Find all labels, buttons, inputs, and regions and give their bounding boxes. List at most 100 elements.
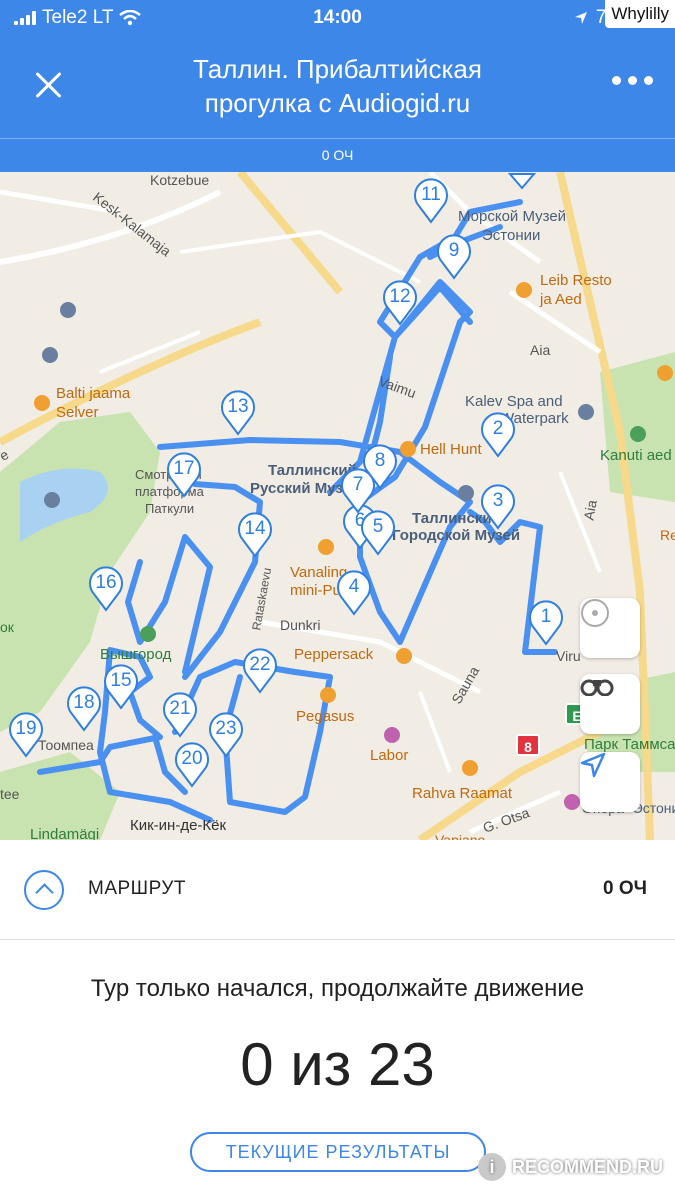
map-label-museum-1: Морской Музей [458, 208, 567, 225]
route-stop-17-number: 17 [173, 458, 195, 479]
route-stop-15[interactable]: 15 [103, 664, 139, 710]
restaurant-icon [657, 365, 673, 381]
user-watermark: Whylilly [605, 0, 675, 28]
route-stop-4-number: 4 [348, 576, 360, 597]
header-score: 0 ОЧ [0, 138, 675, 172]
route-score: 0 ОЧ [603, 878, 647, 899]
tour-title-line2: прогулка с Audiogid.ru [204, 88, 471, 118]
route-stop-14[interactable]: 14 [237, 512, 273, 558]
map-label-lindamagi: Lindamägi [30, 826, 100, 840]
park-icon [630, 426, 646, 442]
progress-counter: 0 из 23 [240, 1031, 435, 1098]
map-label-tee: tee [0, 786, 20, 802]
route-stop-18[interactable]: 18 [66, 686, 102, 732]
route-stop-13[interactable]: 13 [220, 390, 256, 436]
route-stop-1[interactable]: 1 [528, 600, 564, 646]
map-label-pegasus: Pegasus [296, 708, 355, 725]
route-stop-5[interactable]: 5 [360, 510, 396, 556]
map-label-balti-1: Balti jaama [56, 385, 131, 402]
more-options-button[interactable] [612, 76, 653, 85]
pub-icon [318, 539, 334, 555]
route-stop-21-number: 21 [169, 698, 191, 719]
bar-icon [400, 441, 416, 457]
map-label-re: Re [660, 527, 675, 543]
route-stop-13-number: 13 [227, 396, 249, 417]
bus-stop-badge: 8 [516, 734, 540, 756]
route-stop-5-number: 5 [372, 516, 384, 537]
map-label-balti-2: Selver [56, 404, 99, 421]
park-icon [140, 626, 156, 642]
route-stop-12[interactable]: 12 [382, 280, 418, 326]
route-stop-9-number: 9 [448, 240, 460, 261]
route-stop-8[interactable]: 8 [362, 444, 398, 490]
route-stop-23-number: 23 [215, 718, 237, 739]
binoculars-icon [580, 679, 614, 696]
route-stop-3[interactable]: 3 [480, 484, 516, 530]
map-label-kanuti: Kanuti aed [600, 447, 672, 464]
sightseeing-button[interactable] [580, 674, 640, 734]
map-label-aia1: Aia [530, 342, 551, 358]
route-stop-18-number: 18 [73, 692, 95, 713]
museum-icon [458, 485, 474, 501]
route-stop-23[interactable]: 23 [208, 712, 244, 758]
route-stop-16-number: 16 [95, 572, 117, 593]
train-icon [42, 347, 58, 363]
route-stop-2-number: 2 [492, 418, 504, 439]
train-icon [60, 302, 76, 318]
map-label-peppersack: Peppersack [294, 646, 374, 663]
route-stop-partial-marker[interactable] [506, 172, 538, 190]
location-arrow-icon [580, 752, 606, 778]
map-label-vyshgorod: Вышгород [100, 646, 172, 663]
map-label-leib-1: Leib Resto [540, 272, 612, 289]
route-stop-3-number: 3 [492, 490, 504, 511]
audio-disc-button[interactable] [580, 598, 640, 658]
map-label-leib-2: ja Aed [540, 291, 582, 308]
chevron-up-icon[interactable] [24, 870, 64, 910]
locate-me-button[interactable] [580, 752, 640, 812]
route-stop-19-number: 19 [15, 718, 37, 739]
theatre-icon [564, 794, 580, 810]
app-header: Tele2 LT 14:00 79 Whylilly Таллин. Приба… [0, 0, 675, 172]
route-stop-22[interactable]: 22 [242, 648, 278, 694]
map-label-kalev-1: Kalev Spa and [465, 393, 563, 410]
map-label-viru: Viru [556, 648, 581, 664]
restaurant-icon [396, 648, 412, 664]
route-stop-20[interactable]: 20 [174, 742, 210, 788]
route-stop-8-number: 8 [374, 450, 386, 471]
route-stop-12-number: 12 [389, 286, 411, 307]
route-stop-16[interactable]: 16 [88, 566, 124, 612]
route-toggle-bar[interactable]: МАРШРУТ 0 ОЧ [0, 840, 675, 940]
location-arrow-icon [574, 12, 587, 24]
current-results-button[interactable]: ТЕКУЩИЕ РЕЗУЛЬТАТЫ [190, 1132, 486, 1172]
route-stop-1-number: 1 [540, 606, 552, 627]
train-icon [44, 492, 60, 508]
restaurant-icon [320, 687, 336, 703]
map-label-kiek: Кик-ин-де-Кёк [130, 817, 227, 834]
map-label-hell-hunt: Hell Hunt [420, 441, 482, 458]
status-bar: Tele2 LT 14:00 79 Whylilly [0, 0, 675, 36]
route-map[interactable]: Kotzebue Kesk-Kalamaja Морской Музей Эст… [0, 172, 675, 840]
map-label-rahva: Rahva Raamat [412, 785, 513, 802]
route-stop-17[interactable]: 17 [166, 452, 202, 498]
close-button[interactable] [30, 66, 68, 104]
tour-status-text: Тур только начался, продолжайте движение [90, 975, 585, 1002]
route-stop-2[interactable]: 2 [480, 412, 516, 458]
route-stop-22-number: 22 [249, 654, 271, 675]
route-stop-9[interactable]: 9 [436, 234, 472, 280]
map-label-kotzebue: Kotzebue [150, 172, 210, 188]
route-stop-4[interactable]: 4 [336, 570, 372, 616]
route-stop-19[interactable]: 19 [8, 712, 44, 758]
shop-icon [34, 395, 50, 411]
nightlife-icon [384, 727, 400, 743]
map-label-park: Парк Таммсааре [584, 736, 675, 753]
route-stop-11-number: 11 [421, 184, 441, 205]
restaurant-icon [516, 282, 532, 298]
map-label-labor: Labor [370, 747, 409, 764]
tour-title-line1: Таллин. Прибалтийская [193, 54, 482, 84]
site-watermark: i RECOMMEND.RU [478, 1153, 663, 1181]
spa-icon [578, 404, 594, 420]
route-stop-11[interactable]: 11 [413, 178, 449, 224]
map-label-dunkri: Dunkri [280, 617, 321, 633]
route-stop-21[interactable]: 21 [162, 692, 198, 738]
map-label-museum-2: Эстонии [482, 227, 541, 244]
